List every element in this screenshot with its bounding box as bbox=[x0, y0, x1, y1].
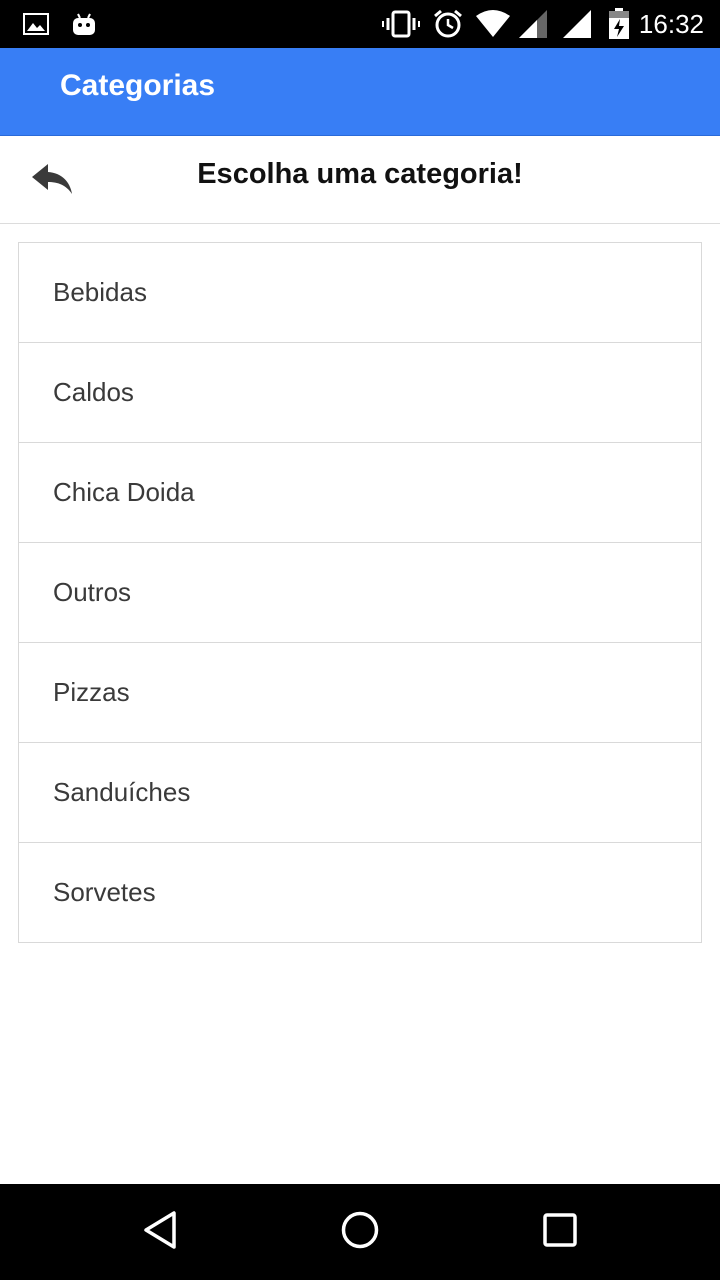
android-icon bbox=[70, 0, 98, 48]
list-item-label: Sorvetes bbox=[53, 877, 156, 907]
app-bar: Categorias bbox=[0, 48, 720, 136]
list-item-label: Pizzas bbox=[53, 677, 130, 707]
list-item[interactable]: Sorvetes bbox=[19, 843, 701, 943]
page-header: Escolha uma categoria! bbox=[0, 136, 720, 224]
recents-square-icon bbox=[542, 1212, 578, 1253]
list-item-label: Caldos bbox=[53, 377, 134, 407]
list-item[interactable]: Pizzas bbox=[19, 643, 701, 743]
nav-home-button[interactable] bbox=[320, 1184, 400, 1280]
list-item[interactable]: Chica Doida bbox=[19, 443, 701, 543]
app-title: Categorias bbox=[60, 69, 216, 102]
wifi-icon bbox=[474, 0, 512, 48]
battery-charging-icon bbox=[606, 0, 632, 48]
home-circle-icon bbox=[340, 1210, 380, 1255]
list-item-label: Outros bbox=[53, 577, 132, 607]
back-triangle-icon bbox=[142, 1210, 178, 1255]
vibrate-icon bbox=[382, 0, 420, 48]
alarm-icon bbox=[432, 0, 464, 48]
category-list: Bebidas Caldos Chica Doida Outros Pizzas… bbox=[18, 242, 702, 943]
signal-icon bbox=[516, 0, 550, 48]
signal-icon bbox=[560, 0, 594, 48]
page-title: Escolha uma categoria! bbox=[197, 158, 523, 190]
list-item[interactable]: Sanduíches bbox=[19, 743, 701, 843]
nav-recents-button[interactable] bbox=[520, 1184, 600, 1280]
list-item[interactable]: Outros bbox=[19, 543, 701, 643]
list-item[interactable]: Caldos bbox=[19, 343, 701, 443]
list-item-label: Chica Doida bbox=[53, 477, 195, 507]
list-item-label: Sanduíches bbox=[53, 777, 191, 807]
navigation-bar bbox=[0, 1184, 720, 1280]
image-icon bbox=[22, 0, 50, 48]
nav-back-button[interactable] bbox=[120, 1184, 200, 1280]
status-bar: 16:32 bbox=[0, 0, 720, 48]
list-item[interactable]: Bebidas bbox=[19, 243, 701, 343]
list-item-label: Bebidas bbox=[53, 277, 147, 307]
status-time: 16:32 bbox=[638, 9, 704, 39]
